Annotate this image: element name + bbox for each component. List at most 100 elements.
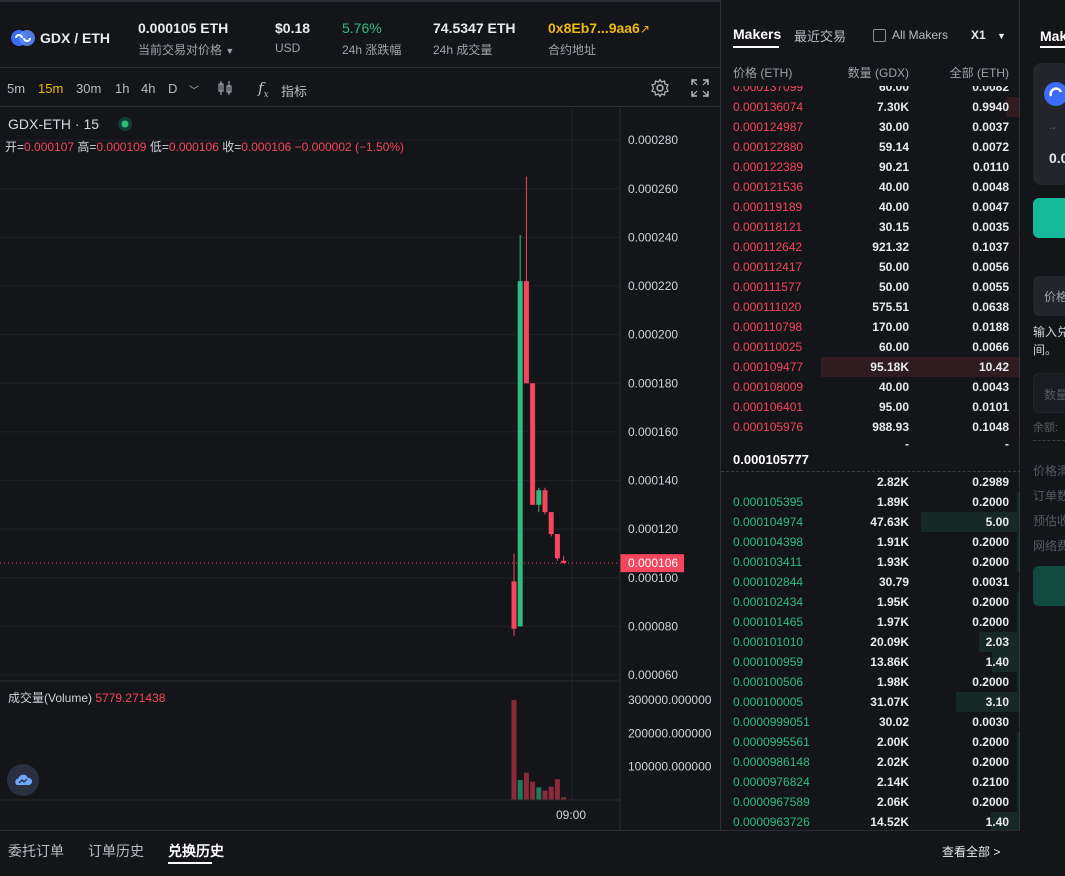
bid-row[interactable]: 0.000101465 1.97K 0.2000 [721,612,1021,632]
ask-row[interactable]: 0.000112417 50.00 0.0056 [721,257,1021,277]
row-total: 0.0066 [972,340,1009,354]
bid-row[interactable]: 0.0000967589 2.06K 0.2000 [721,792,1021,812]
tab-order-history[interactable]: 订单历史 [88,841,144,861]
candlestick-type-icon[interactable] [216,79,234,97]
indicator-button[interactable]: 指标 [281,81,307,100]
trade-panel: Maker ·- 0.0 价格 输入兑 间。 数量 余额: 价格滑 订单数 预估… [1020,0,1065,876]
row-total: 0.2000 [972,755,1009,769]
candle-body [542,490,548,513]
order-book-tabs: Makers 最近交易 All Makers X1 ▼ [721,0,1021,58]
all-makers-checkbox[interactable] [873,29,886,42]
gdx-token-logo-icon [11,30,35,46]
y-axis-tick: 0.000100 [628,571,678,585]
bid-row[interactable]: 0.000100005 31.07K 3.10 [721,692,1021,712]
tab-maker[interactable]: Maker [1040,28,1065,44]
candlestick-chart[interactable]: 0.000280 0.000260 0.000240 0.000220 0.000200… [0,108,720,830]
bid-row[interactable]: 0.000102844 30.79 0.0031 [721,572,1021,592]
bid-row[interactable]: 0.000100506 1.98K 0.2000 [721,672,1021,692]
bid-row[interactable]: 0.000102434 1.95K 0.2000 [721,592,1021,612]
row-price: 0.000101010 [733,635,804,649]
row-qty: 95.00 [878,400,909,414]
tab-swap-history[interactable]: 兑换历史 [168,841,224,861]
interval-1h[interactable]: 1h [115,81,129,96]
bid-row[interactable]: 0.000104398 1.91K 0.2000 [721,532,1021,552]
ask-row[interactable]: 0.000136074 7.30K 0.9940 [721,97,1021,117]
row-price: 0.000106401 [733,400,804,414]
contract-address-value[interactable]: 0x8Eb7...9aa6↗ [548,20,650,36]
bid-row[interactable]: 0.000101010 20.09K 2.03 [721,632,1021,652]
ask-row[interactable]: 0.000105976 988.93 0.1048 [721,417,1021,437]
bid-row[interactable]: 0.0000986148 2.02K 0.2000 [721,752,1021,772]
bid-row[interactable]: 0.0000999051 30.02 0.0030 [721,712,1021,732]
bid-row[interactable]: 0.0000976824 2.14K 0.2100 [721,772,1021,792]
tab-makers[interactable]: Makers [733,26,781,42]
price-input[interactable]: 价格 [1033,276,1065,316]
ask-row[interactable]: 0.000124987 30.00 0.0037 [721,117,1021,137]
row-total: 0.2100 [972,775,1009,789]
volume-bar [554,779,560,800]
contract-address-label: 合约地址 [548,43,597,57]
row-price: 0.000108009 [733,380,804,394]
tab-swap-history-underline [168,862,212,864]
bid-row[interactable]: 0.0000995561 2.00K 0.2000 [721,732,1021,752]
price-chart-area[interactable]: 0.000280 0.000260 0.000240 0.000220 0.000200… [0,108,720,830]
price-hint-line2: 间。 [1033,343,1058,357]
order-book-rows[interactable]: 0.000137099 60.00 0.0082 0.000136074 7.30K 0.… [721,86,1021,830]
chart-symbol-label: GDX-ETH · 15 [8,116,99,132]
bid-row[interactable]: 0.000100959 13.86K 1.40 [721,652,1021,672]
contract-address-stat[interactable]: 0x8Eb7...9aa6↗ 合约地址 [548,20,650,58]
view-all-link[interactable]: 查看全部 > [942,843,1000,860]
tab-open-orders[interactable]: 委托订单 [8,841,64,861]
all-makers-label[interactable]: All Makers [892,28,948,42]
precision-select[interactable]: X1 ▼ [971,28,1006,42]
current-price-label[interactable]: 当前交易对价格 ▼ [138,41,234,58]
tradingview-cloud-icon[interactable] [7,764,39,796]
settings-gear-icon[interactable] [650,78,670,98]
ask-row[interactable]: 0.000106401 95.00 0.0101 [721,397,1021,417]
row-price: 0.000136074 [733,100,804,114]
row-qty: 575.51 [872,300,909,314]
ask-row[interactable]: 0.000110025 60.00 0.0066 [721,337,1021,357]
interval-more-chevron-icon[interactable]: ﹀ [189,82,199,97]
row-qty: 47.63K [870,515,909,529]
row-price: 0.000111020 [733,300,802,314]
bid-row[interactable]: 0.000104974 47.63K 5.00 [721,512,1021,532]
interval-4h[interactable]: 4h [141,81,155,96]
interval-5m[interactable]: 5m [7,81,25,96]
ask-row[interactable]: 0.000108009 40.00 0.0043 [721,377,1021,397]
ask-row[interactable]: 0.000119189 40.00 0.0047 [721,197,1021,217]
function-icon[interactable]: fx [258,79,269,100]
bid-row[interactable]: 0.000103411 1.93K 0.2000 [721,552,1021,572]
row-price: 0.000111577 [733,280,802,294]
row-total: 0.0037 [972,120,1009,134]
ask-row[interactable]: 0.000109477 95.18K 10.42 [721,357,1021,377]
row-price: 0.000101465 [733,615,804,629]
submit-button[interactable] [1033,566,1065,606]
bid-row[interactable]: 0.0000963726 14.52K 1.40 [721,812,1021,830]
ask-row[interactable]: 0.000111577 50.00 0.0055 [721,277,1021,297]
mid-total: 0.2989 [972,475,1009,489]
interval-30m[interactable]: 30m [76,81,101,96]
orders-tabs-bar: 委托订单 订单历史 兑换历史 查看全部 > [0,830,1020,876]
interval-15m[interactable]: 15m [38,81,63,96]
ask-row[interactable]: 0.000137099 60.00 0.0082 [721,86,1021,97]
row-price: 0.000118121 [733,220,803,234]
fullscreen-icon[interactable] [690,78,710,98]
row-price: 0.000121536 [733,180,804,194]
ask-row[interactable]: 0.000110798 170.00 0.0188 [721,317,1021,337]
ask-row[interactable]: 0.000122389 90.21 0.0110 [721,157,1021,177]
ask-row[interactable]: 0.000122880 59.14 0.0072 [721,137,1021,157]
ask-row[interactable]: 0.000111020 575.51 0.0638 [721,297,1021,317]
connect-button[interactable] [1033,198,1065,238]
token-logo-icon [1044,82,1065,106]
trading-pair-title[interactable]: GDX / ETH [40,30,110,46]
ask-row[interactable]: 0.000118121 30.15 0.0035 [721,217,1021,237]
quantity-input[interactable]: 数量 [1033,373,1065,413]
bid-row[interactable]: 0.000105395 1.89K 0.2000 [721,492,1021,512]
ask-row[interactable]: 0.000112642 921.32 0.1037 [721,237,1021,257]
chart-toolbar: 5m 15m 30m 1h 4h D ﹀ fx 指标 [0,69,720,107]
tab-recent-trades[interactable]: 最近交易 [794,26,846,45]
row-price: 0.000105395 [733,495,804,509]
ask-row[interactable]: 0.000121536 40.00 0.0048 [721,177,1021,197]
interval-d[interactable]: D [168,81,177,96]
